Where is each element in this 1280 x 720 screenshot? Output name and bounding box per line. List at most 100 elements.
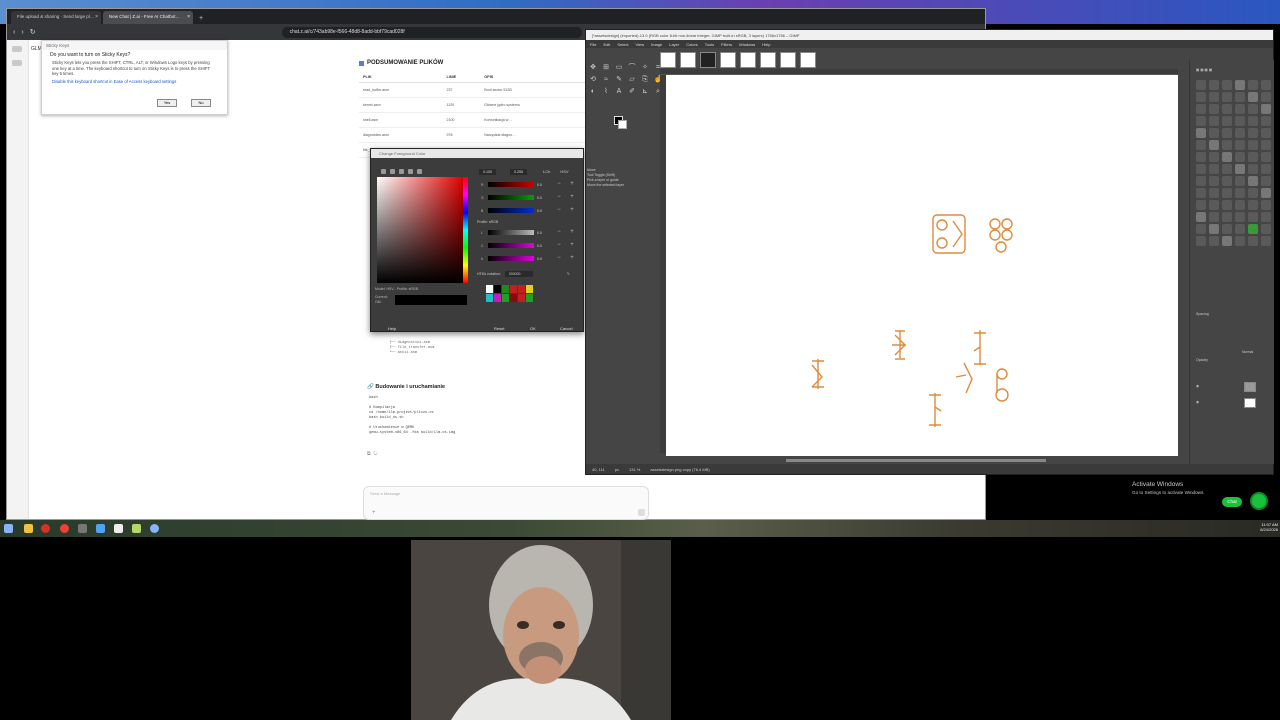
value-field[interactable]: 0.100: [479, 169, 496, 175]
brush-preset[interactable]: [1196, 140, 1206, 150]
slider-track[interactable]: [488, 182, 534, 187]
brush-preset[interactable]: [1209, 224, 1219, 234]
brush-preset[interactable]: [1222, 176, 1232, 186]
brush-preset[interactable]: [1196, 92, 1206, 102]
taskbar-clock[interactable]: 11:07 AM 6/24/2026: [1254, 522, 1278, 532]
history-swatch[interactable]: [510, 285, 517, 293]
brush-preset[interactable]: [1209, 140, 1219, 150]
history-swatch[interactable]: [494, 294, 501, 302]
gimp-menu-image[interactable]: Image: [651, 42, 662, 47]
brush-preset[interactable]: [1248, 200, 1258, 210]
slider-track[interactable]: [488, 256, 534, 261]
warp-icon[interactable]: ≈: [601, 75, 611, 85]
history-swatch[interactable]: [494, 285, 501, 293]
slider-value[interactable]: 0.0: [537, 244, 551, 248]
minus-icon[interactable]: −: [554, 181, 564, 187]
image-tab[interactable]: [740, 52, 756, 68]
brush-preset[interactable]: [1235, 224, 1245, 234]
brush-preset[interactable]: [1209, 152, 1219, 162]
brush-preset[interactable]: [1222, 92, 1232, 102]
slider-c[interactable]: C 0.0 − +: [481, 242, 577, 249]
color-tab-icon[interactable]: [381, 169, 386, 174]
plus-icon[interactable]: +: [567, 181, 577, 187]
brush-preset[interactable]: [1261, 224, 1271, 234]
color-picker-icon[interactable]: ✐: [627, 87, 637, 97]
brush-preset[interactable]: [1196, 80, 1206, 90]
brush-preset[interactable]: [1196, 128, 1206, 138]
brush-preset[interactable]: [1261, 92, 1271, 102]
image-tab[interactable]: [760, 52, 776, 68]
brush-preset[interactable]: [1235, 116, 1245, 126]
brush-preset[interactable]: [1248, 164, 1258, 174]
color-tab-icon[interactable]: [417, 169, 422, 174]
browser-tab-upload[interactable]: File upload & sharing · Send large pl… ×: [11, 11, 101, 24]
new-chat-icon[interactable]: [12, 60, 22, 66]
brush-preset[interactable]: [1222, 188, 1232, 198]
app-icon[interactable]: [96, 524, 105, 533]
brush-preset[interactable]: [1261, 152, 1271, 162]
mode-select[interactable]: Normal: [1242, 350, 1253, 354]
history-swatch[interactable]: [518, 285, 525, 293]
dodge-icon[interactable]: ◐: [588, 87, 598, 97]
brush-preset[interactable]: [1235, 176, 1245, 186]
path-icon[interactable]: ⌇: [601, 87, 611, 97]
brush-preset[interactable]: [1196, 176, 1206, 186]
help-button[interactable]: Help: [385, 325, 399, 332]
cancel-button[interactable]: Cancel: [557, 325, 575, 332]
slider-value[interactable]: 0.0: [537, 257, 551, 261]
text-tool-icon[interactable]: A: [614, 87, 624, 97]
color-square[interactable]: [377, 177, 463, 283]
brush-preset[interactable]: [1235, 92, 1245, 102]
plus-icon[interactable]: +: [567, 207, 577, 213]
brush-preset[interactable]: [1209, 164, 1219, 174]
gimp-menu-tools[interactable]: Tools: [705, 42, 714, 47]
brush-preset[interactable]: [1196, 104, 1206, 114]
hue-strip[interactable]: [463, 177, 468, 283]
fuzzy-select-icon[interactable]: ✧: [640, 63, 650, 73]
minus-icon[interactable]: −: [554, 255, 564, 261]
image-tab[interactable]: [700, 52, 716, 68]
measure-icon[interactable]: ⊾: [640, 87, 650, 97]
rect-select-icon[interactable]: ▭: [614, 63, 624, 73]
gimp-menu-windows[interactable]: Windows: [739, 42, 755, 47]
minus-icon[interactable]: −: [554, 207, 564, 213]
brush-preset[interactable]: [1196, 164, 1206, 174]
ok-button[interactable]: OK: [527, 325, 539, 332]
brush-preset[interactable]: [1235, 104, 1245, 114]
brush-preset[interactable]: [1248, 92, 1258, 102]
brush-preset[interactable]: [1196, 152, 1206, 162]
align-tool-icon[interactable]: ⊞: [601, 63, 611, 73]
slider-value[interactable]: 0.0: [537, 209, 551, 213]
brush-preset[interactable]: [1261, 164, 1271, 174]
app-icon[interactable]: [150, 524, 159, 533]
brush-preset[interactable]: [1222, 236, 1232, 246]
brush-preset[interactable]: [1261, 140, 1271, 150]
color-tab-icon[interactable]: [408, 169, 413, 174]
plus-icon[interactable]: +: [567, 194, 577, 200]
regenerate-icon[interactable]: ↻: [373, 451, 377, 457]
brush-preset[interactable]: [1248, 80, 1258, 90]
send-button[interactable]: [638, 509, 645, 516]
brush-preset[interactable]: [1248, 188, 1258, 198]
slider-value[interactable]: 0.0: [537, 231, 551, 235]
address-bar[interactable]: chat.z.ai/c/743ab98e-f566-48d8-8add-bbf7…: [281, 26, 582, 38]
gimp-menu-help[interactable]: Help: [762, 42, 770, 47]
brush-preset[interactable]: [1209, 92, 1219, 102]
slider-track[interactable]: [488, 208, 534, 213]
brush-preset[interactable]: [1235, 236, 1245, 246]
image-tab[interactable]: [720, 52, 736, 68]
brush-preset[interactable]: [1261, 116, 1271, 126]
history-swatch[interactable]: [486, 285, 493, 293]
brush-preset[interactable]: [1209, 128, 1219, 138]
chrome-icon[interactable]: [60, 524, 69, 533]
attach-icon[interactable]: +: [372, 510, 376, 516]
hex-input[interactable]: 000000: [504, 271, 533, 277]
brush-preset[interactable]: [1248, 152, 1258, 162]
plus-icon[interactable]: +: [567, 255, 577, 261]
brush-preset[interactable]: [1261, 176, 1271, 186]
gimp-menu-filters[interactable]: Filters: [721, 42, 732, 47]
brush-preset[interactable]: [1235, 188, 1245, 198]
move-tool-icon[interactable]: ✥: [588, 63, 598, 73]
slider-track[interactable]: [488, 230, 534, 235]
brush-preset[interactable]: [1196, 200, 1206, 210]
